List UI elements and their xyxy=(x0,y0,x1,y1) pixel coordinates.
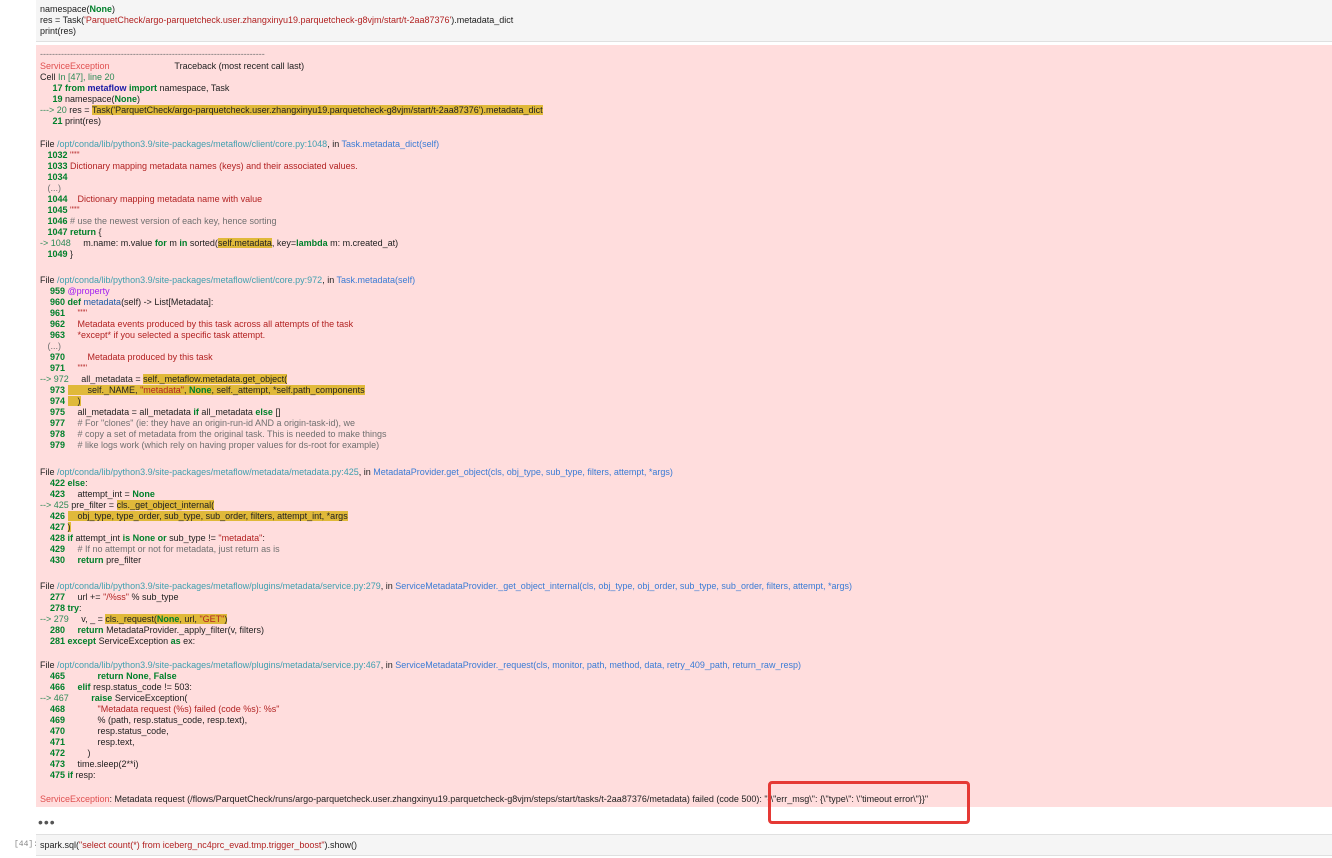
traceback-line: 1046 # use the newest version of each ke… xyxy=(40,216,277,226)
traceback-line-current: -> 1048 m.name: m.value for m in sorted(… xyxy=(40,238,399,248)
traceback-line: 973 self._NAME, "metadata", None, self._… xyxy=(40,385,365,395)
traceback-line: 472 ) xyxy=(40,748,91,758)
traceback-line: 1047 return { xyxy=(40,227,102,237)
traceback-file-ref: File /opt/conda/lib/python3.9/site-packa… xyxy=(40,275,416,285)
traceback-elide: (...) xyxy=(40,183,62,193)
error-output: ----------------------------------------… xyxy=(36,45,1332,807)
code-input-cell-next[interactable]: spark.sql("select count(*) from iceberg_… xyxy=(36,834,1332,856)
traceback-file-ref: File /opt/conda/lib/python3.9/site-packa… xyxy=(40,139,440,149)
traceback-line: 979 # like logs work (which rely on havi… xyxy=(40,440,380,450)
traceback-separator: ----------------------------------------… xyxy=(40,49,265,59)
traceback-line: 426 obj_type, type_order, sub_type, sub_… xyxy=(40,511,348,521)
traceback-line: 975 all_metadata = all_metadata if all_m… xyxy=(40,407,281,417)
traceback-line: 469 % (path, resp.status_code, resp.text… xyxy=(40,715,248,725)
traceback-line: 427 ) xyxy=(40,522,71,532)
code-line: res = Task('ParquetCheck/argo-parquetche… xyxy=(40,15,514,25)
traceback-line: 960 def metadata(self) -> List[Metadata]… xyxy=(40,297,214,307)
traceback-line-current: --> 972 all_metadata = self._metaflow.me… xyxy=(40,374,288,384)
code-line: print(res) xyxy=(40,26,77,36)
traceback-line: 1033 Dictionary mapping metadata names (… xyxy=(40,161,358,171)
traceback-line: 471 resp.text, xyxy=(40,737,135,747)
traceback-line: 17 from metaflow import namespace, Task xyxy=(40,83,230,93)
traceback-line: 1049 } xyxy=(40,249,74,259)
traceback-line: 971 """ xyxy=(40,363,88,373)
traceback-line: 19 namespace(None) xyxy=(40,94,141,104)
traceback-line: 970 Metadata produced by this task xyxy=(40,352,213,362)
traceback-line: 961 """ xyxy=(40,308,88,318)
traceback-line: 280 return MetadataProvider._apply_filte… xyxy=(40,625,264,635)
traceback-line: 978 # copy a set of metadata from the or… xyxy=(40,429,387,439)
traceback-line: 422 else: xyxy=(40,478,88,488)
traceback-line-current: --> 279 v, _ = cls._request(None, url, "… xyxy=(40,614,228,624)
traceback-line: 468 "Metadata request (%s) failed (code … xyxy=(40,704,280,714)
traceback-line: 465 return None, False xyxy=(40,671,177,681)
output-collapse-ellipsis[interactable]: ••• xyxy=(38,814,56,830)
traceback-line: 430 return pre_filter xyxy=(40,555,142,565)
traceback-line: 962 Metadata events produced by this tas… xyxy=(40,319,354,329)
traceback-line: 963 *except* if you selected a specific … xyxy=(40,330,266,340)
traceback-line: 1045 """ xyxy=(40,205,80,215)
traceback-line: 423 attempt_int = None xyxy=(40,489,155,499)
traceback-line: 1044 Dictionary mapping metadata name wi… xyxy=(40,194,263,204)
traceback-file-ref: File /opt/conda/lib/python3.9/site-packa… xyxy=(40,581,852,591)
cell-prompt: [44]: xyxy=(14,840,39,849)
traceback-line: 1034 xyxy=(40,172,71,182)
traceback-line-current: --> 467 raise ServiceException( xyxy=(40,693,188,703)
traceback-line: 959 @property xyxy=(40,286,110,296)
traceback-line: 429 # If no attempt or not for metadata,… xyxy=(40,544,280,554)
traceback-line-current: ---> 20 res = Task('ParquetCheck/argo-pa… xyxy=(40,105,543,115)
code-input-cell[interactable]: namespace(None) res = Task('ParquetCheck… xyxy=(36,0,1332,42)
traceback-line: 278 try: xyxy=(40,603,82,613)
traceback-header: ServiceException Traceback (most recent … xyxy=(40,61,305,71)
traceback-line: 974 ) xyxy=(40,396,81,406)
code-line: spark.sql("select count(*) from iceberg_… xyxy=(40,840,358,850)
traceback-file-ref: File /opt/conda/lib/python3.9/site-packa… xyxy=(40,467,673,477)
traceback-cell-ref: Cell In [47], line 20 xyxy=(40,72,115,82)
traceback-line: 470 resp.status_code, xyxy=(40,726,169,736)
traceback-line: 277 url += "/%ss" % sub_type xyxy=(40,592,179,602)
traceback-line: 21 print(res) xyxy=(40,116,102,126)
traceback-line: 475 if resp: xyxy=(40,770,96,780)
code-line: namespace(None) xyxy=(40,4,116,14)
traceback-line-current: --> 425 pre_filter = cls._get_object_int… xyxy=(40,500,215,510)
traceback-line: 428 if attempt_int is None or sub_type !… xyxy=(40,533,265,543)
traceback-line: 473 time.sleep(2**i) xyxy=(40,759,139,769)
traceback-line: 281 except ServiceException as ex: xyxy=(40,636,196,646)
traceback-line: 977 # For "clones" (ie: they have an ori… xyxy=(40,418,356,428)
traceback-elide: (...) xyxy=(40,341,62,351)
traceback-file-ref: File /opt/conda/lib/python3.9/site-packa… xyxy=(40,660,801,670)
traceback-line: 1032 """ xyxy=(40,150,80,160)
traceback-line: 466 elif resp.status_code != 503: xyxy=(40,682,192,692)
annotation-highlight-box xyxy=(768,781,970,824)
